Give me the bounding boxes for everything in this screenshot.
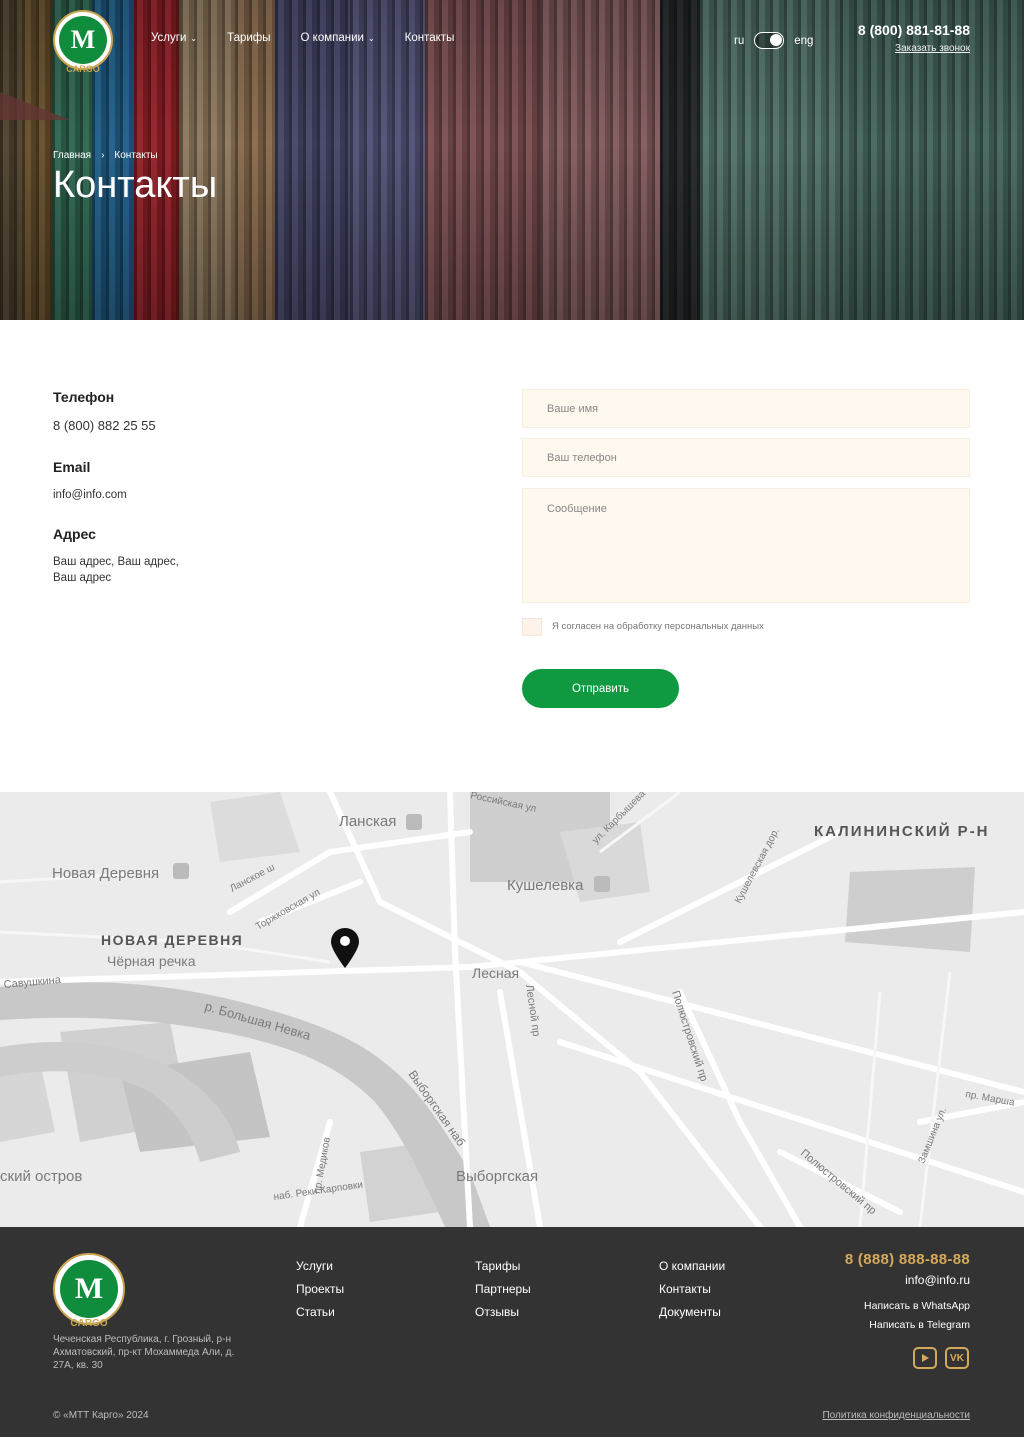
footer-logo-text: CARGO [70,1318,108,1329]
map-label-chernaya-rechka: Чёрная речка [107,953,196,969]
footer-col-1: Услуги Проекты Статьи [296,1259,344,1319]
map-label-lesnaya: Лесная [472,965,519,981]
footer: M CARGO Чеченская Республика, г. Грозный… [0,1227,1024,1437]
phone-input[interactable]: Ваш телефон [522,438,970,477]
logo-mark-icon: M [60,1260,118,1318]
footer-telegram-link[interactable]: Написать в Telegram [869,1319,970,1331]
footer-address: Чеченская Республика, г. Грозный, р-н Ах… [53,1334,235,1371]
breadcrumb: Главная › Контакты [53,150,158,161]
map-label-kushelevka: Кушелевка [507,877,584,894]
chevron-down-icon: ⌄ [367,33,375,43]
copyright: © «МТТ Карго» 2024 [53,1410,149,1421]
privacy-policy-link[interactable]: Политика конфиденциальности [822,1410,970,1421]
youtube-icon[interactable] [913,1347,937,1369]
breadcrumb-current: Контакты [114,150,158,161]
map-label-kalininsky: КАЛИНИНСКИЙ Р-Н [814,822,989,840]
map[interactable]: Ланская Новая Деревня НОВАЯ ДЕРЕВНЯ Чёрн… [0,792,1024,1227]
footer-col-3: О компании Контакты Документы [659,1259,725,1319]
hero-banner: M CARGO Услуги ⌄ Тарифы О компании ⌄ Конта… [0,0,1024,320]
map-label-ostrov: ский остров [0,1168,82,1185]
phone-value[interactable]: 8 (800) 882 25 55 [53,418,156,434]
footer-link-about[interactable]: О компании [659,1259,725,1273]
footer-link-services[interactable]: Услуги [296,1259,344,1273]
breadcrumb-home[interactable]: Главная [53,150,91,161]
chevron-down-icon: ⌄ [190,33,198,43]
footer-link-contacts[interactable]: Контакты [659,1282,725,1296]
header-contact: 8 (800) 881-81-88 Заказать звонок [858,22,970,56]
breadcrumb-separator-icon: › [101,150,105,161]
footer-phone[interactable]: 8 (888) 888-88-88 [845,1251,970,1268]
footer-logo[interactable]: M CARGO [53,1253,125,1329]
footer-link-reviews[interactable]: Отзывы [475,1305,531,1319]
header-logo[interactable]: M CARGO [53,10,113,74]
language-toggle[interactable] [754,32,785,49]
address-line-1: Ваш адрес, Ваш адрес, [53,556,179,568]
name-input[interactable]: Ваше имя [522,389,970,428]
phone-label: Телефон [53,389,115,405]
nav-services[interactable]: Услуги ⌄ [151,32,197,44]
header-phone[interactable]: 8 (800) 881-81-88 [858,22,970,38]
email-label: Email [53,459,91,475]
nav-contacts[interactable]: Контакты [405,32,455,44]
logo-text: CARGO [66,64,100,74]
map-label-lanskaya: Ланская [339,813,396,830]
address-label: Адрес [53,526,96,542]
footer-link-documents[interactable]: Документы [659,1305,725,1319]
nav-about[interactable]: О компании ⌄ [301,32,375,44]
language-switcher: ru eng [734,32,813,49]
footer-link-partners[interactable]: Партнеры [475,1282,531,1296]
footer-link-tariffs[interactable]: Тарифы [475,1259,531,1273]
map-label-district: НОВАЯ ДЕРЕВНЯ [101,932,243,948]
consent-label[interactable]: Я согласен на обработку персональных дан… [552,621,764,632]
lang-ru[interactable]: ru [734,35,744,47]
footer-whatsapp-link[interactable]: Написать в WhatsApp [864,1300,970,1312]
page-title: Контакты [53,164,218,206]
footer-col-2: Тарифы Партнеры Отзывы [475,1259,531,1319]
main-nav: Услуги ⌄ Тарифы О компании ⌄ Контакты [151,32,454,44]
address-line-2: Ваш адрес [53,572,112,584]
email-value[interactable]: info@info.com [53,487,127,503]
map-label-vyborgskaya: Выборгская [456,1168,538,1185]
footer-email[interactable]: info@info.ru [905,1273,970,1287]
map-label-novaya-derevnya: Новая Деревня [52,865,159,882]
lang-eng[interactable]: eng [794,35,813,47]
logo-mark-icon: M [59,16,107,64]
footer-link-projects[interactable]: Проекты [296,1282,344,1296]
nav-tariffs[interactable]: Тарифы [227,32,270,44]
message-textarea[interactable]: Сообщение [522,488,970,603]
consent-checkbox[interactable] [522,618,542,636]
callback-link[interactable]: Заказать звонок [895,43,970,54]
vk-icon[interactable]: VK [945,1347,969,1369]
footer-link-articles[interactable]: Статьи [296,1305,344,1319]
submit-button[interactable]: Отправить [522,669,679,708]
